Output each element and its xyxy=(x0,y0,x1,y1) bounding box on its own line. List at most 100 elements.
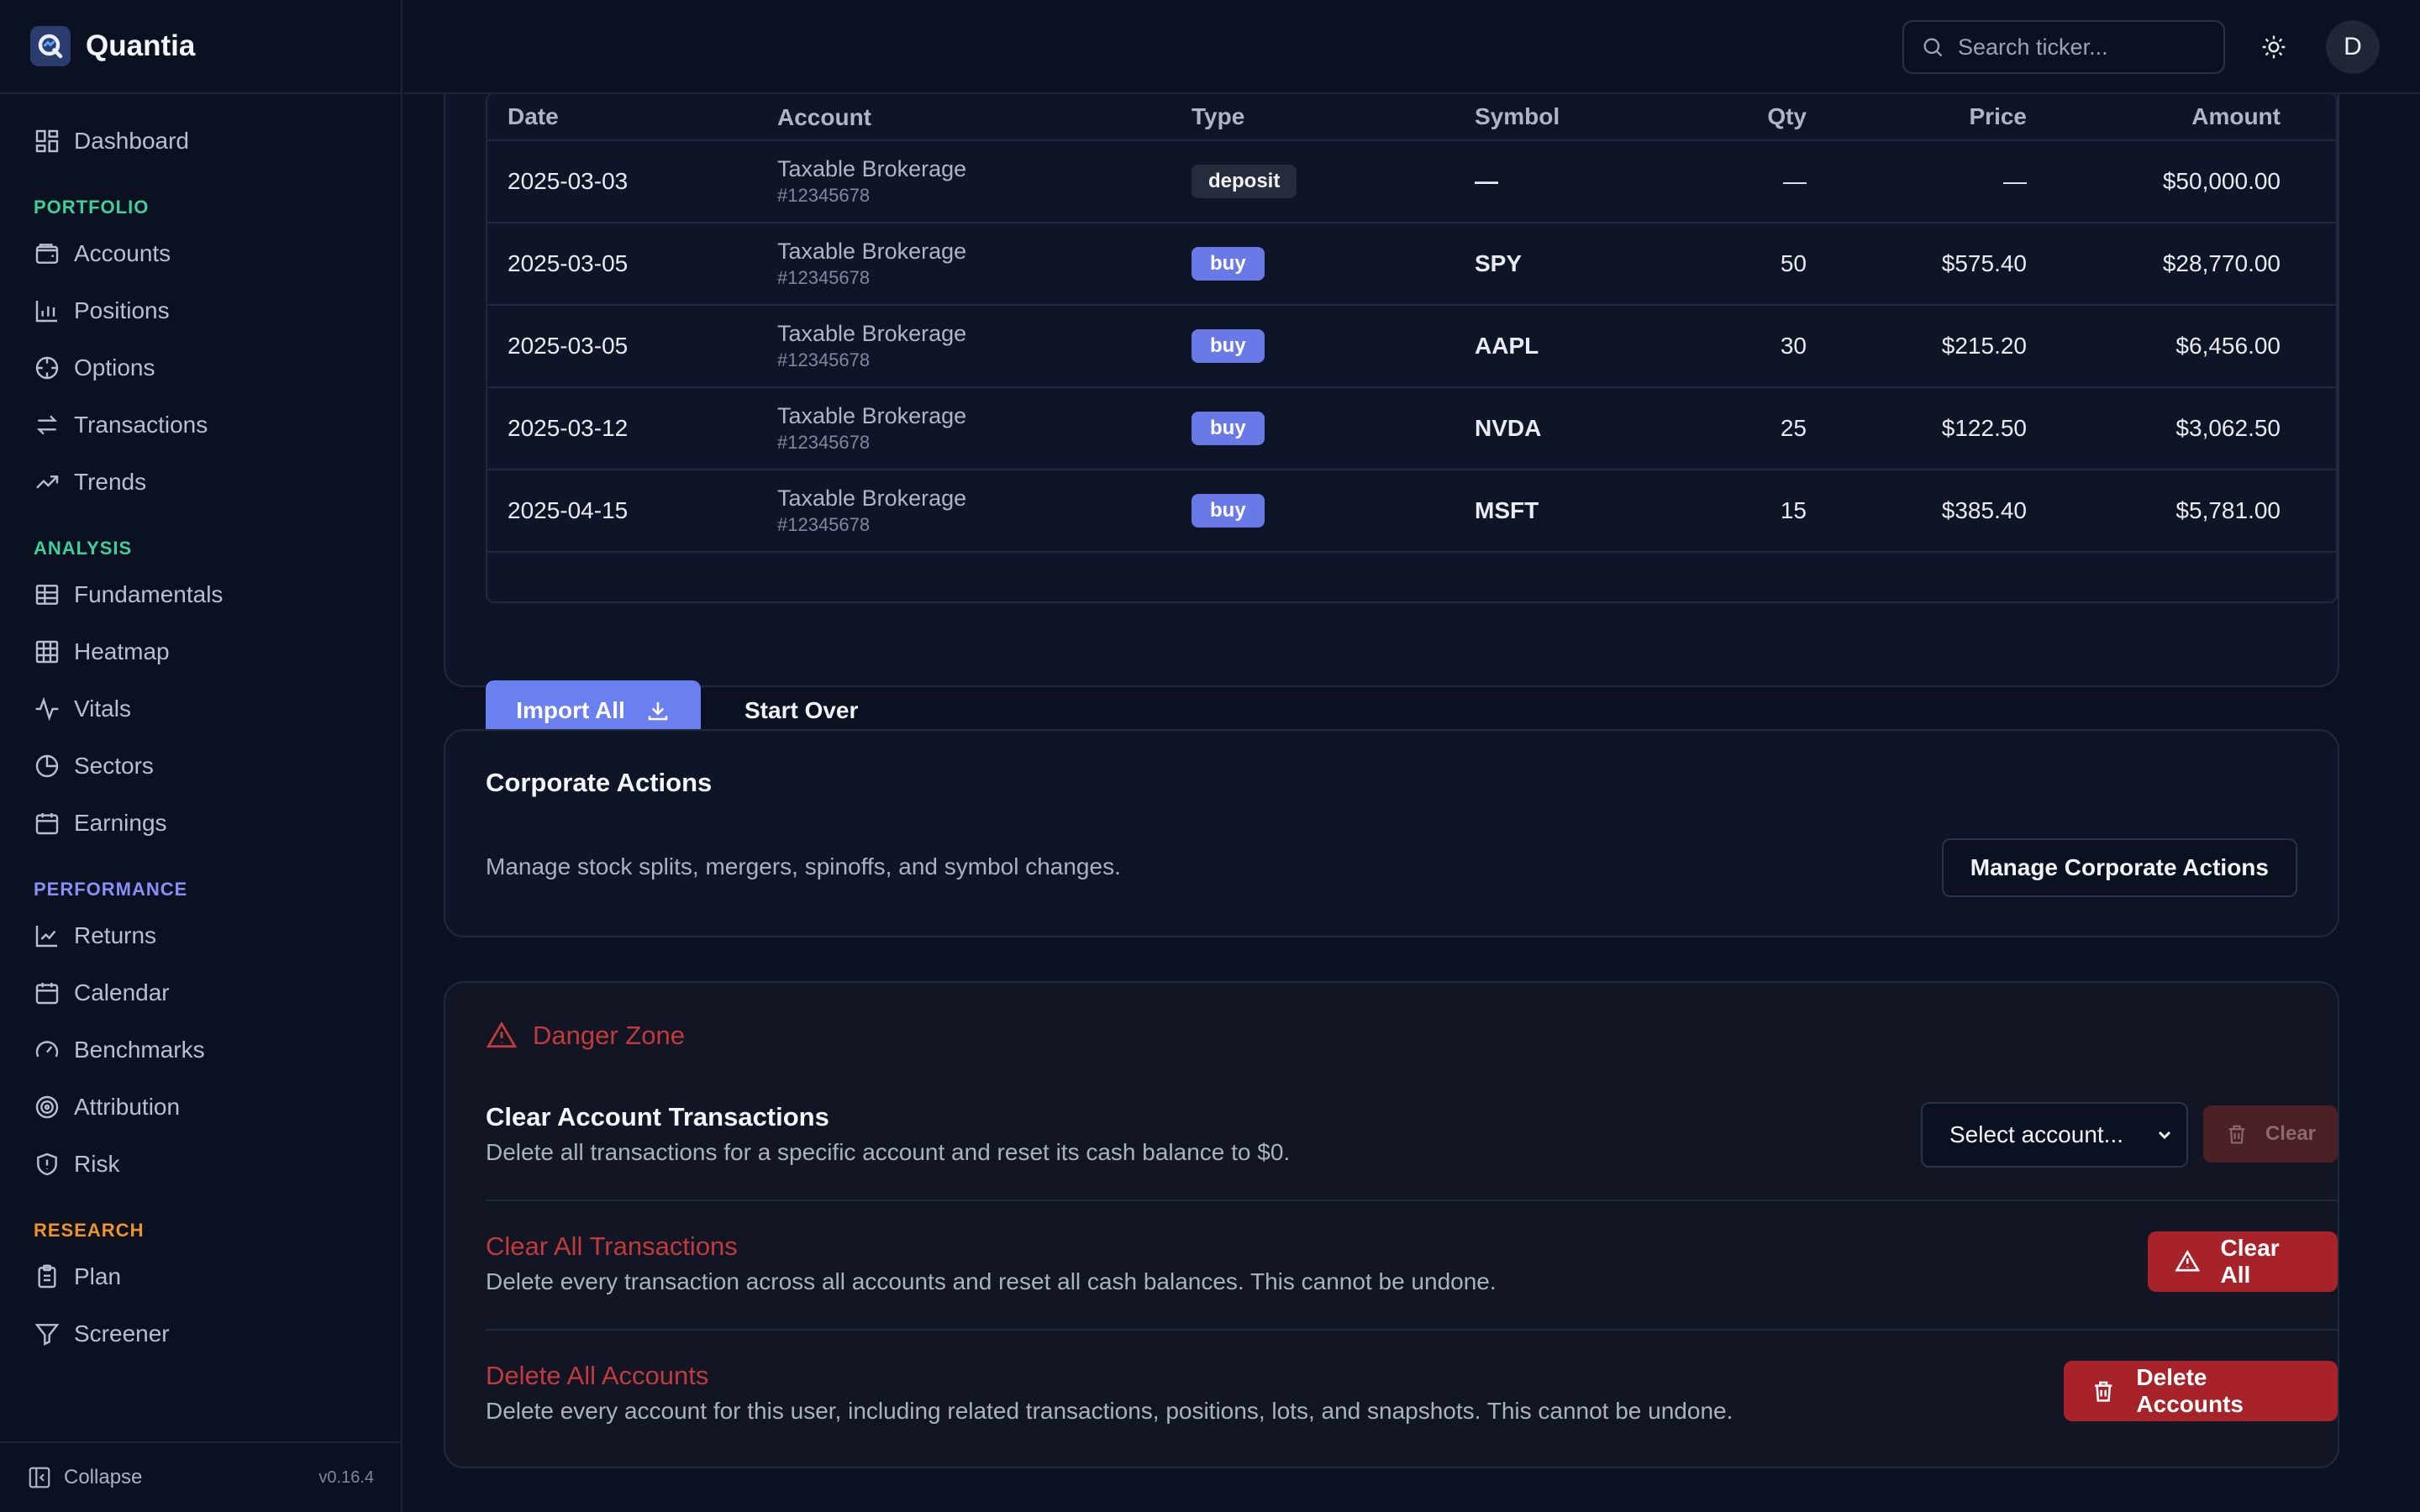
activity-icon xyxy=(35,696,59,722)
sidebar-item-positions[interactable]: Positions xyxy=(0,282,401,339)
sidebar-item-sectors[interactable]: Sectors xyxy=(0,738,401,795)
sidebar-item-label: Trends xyxy=(74,469,147,495)
sidebar-item-label: Options xyxy=(74,354,155,381)
table-row: 2025-03-12 Taxable Brokerage #12345678 b… xyxy=(487,388,2336,470)
sidebar-item-label: Accounts xyxy=(74,240,171,266)
type-badge: buy xyxy=(1192,412,1265,445)
column-header-account: Account xyxy=(777,103,871,130)
sidebar-item-calendar[interactable]: Calendar xyxy=(0,964,401,1021)
account-name: Taxable Brokerage xyxy=(777,486,967,512)
clear-all-button[interactable]: Clear All xyxy=(2148,1231,2338,1292)
account-select[interactable]: Select account... xyxy=(1921,1102,2188,1168)
collapse-sidebar-icon xyxy=(29,1467,50,1488)
table-row: 2025-03-05 Taxable Brokerage #12345678 b… xyxy=(487,223,2336,306)
sidebar-item-label: Vitals xyxy=(74,696,131,722)
cell-account: Taxable Brokerage #12345678 xyxy=(777,238,1192,289)
dashboard-icon xyxy=(35,129,59,153)
divider xyxy=(486,1329,2338,1331)
danger-zone-title: Danger Zone xyxy=(533,1021,685,1050)
chevron-down-icon xyxy=(2158,1131,2171,1140)
sidebar-item-plan[interactable]: Plan xyxy=(0,1248,401,1305)
clear-account-row: Clear Account Transactions Delete all tr… xyxy=(486,1102,2338,1168)
account-number: #12345678 xyxy=(777,349,871,371)
sidebar-item-vitals[interactable]: Vitals xyxy=(0,680,401,738)
sidebar-item-attribution[interactable]: Attribution xyxy=(0,1079,401,1136)
sidebar-item-returns[interactable]: Returns xyxy=(0,907,401,964)
cell-type: deposit xyxy=(1192,165,1475,198)
cell-symbol: AAPL xyxy=(1475,333,1539,359)
column-header-amount: Amount xyxy=(2191,103,2281,129)
section-analysis: ANALYSIS xyxy=(34,538,133,559)
collapse-button[interactable]: Collapse xyxy=(27,1465,142,1490)
search-placeholder: Search ticker... xyxy=(1958,34,2108,60)
sidebar-item-earnings[interactable]: Earnings xyxy=(0,795,401,852)
manage-corporate-actions-button[interactable]: Manage Corporate Actions xyxy=(1941,838,2297,897)
clear-all-title: Clear All Transactions xyxy=(486,1231,738,1261)
sidebar-item-label: Screener xyxy=(74,1320,170,1347)
cell-amount: $50,000.00 xyxy=(2162,168,2281,194)
sidebar-item-options[interactable]: Options xyxy=(0,339,401,396)
sidebar-item-fundamentals[interactable]: Fundamentals xyxy=(0,566,401,623)
column-header-symbol: Symbol xyxy=(1475,103,1560,129)
cell-price: $575.40 xyxy=(1941,250,2027,276)
sidebar-item-accounts[interactable]: Accounts xyxy=(0,225,401,282)
sidebar-item-label: Fundamentals xyxy=(74,581,224,607)
column-header-date: Date xyxy=(508,103,559,129)
sidebar-item-dashboard[interactable]: Dashboard xyxy=(0,113,401,170)
cell-amount: $5,781.00 xyxy=(2175,497,2281,523)
sidebar-item-label: Transactions xyxy=(74,412,208,438)
sun-icon xyxy=(2262,35,2286,59)
search-input[interactable]: Search ticker... xyxy=(1902,20,2225,74)
table-row: 2025-04-15 Taxable Brokerage #12345678 b… xyxy=(487,470,2336,553)
table-header: Date Account Type Symbol Qty Price Amoun… xyxy=(487,94,2336,141)
trash-icon xyxy=(2095,1381,2112,1402)
sidebar: Quantia Dashboard PORTFOLIO Accounts Pos… xyxy=(0,0,402,1512)
search-icon xyxy=(1923,38,1943,57)
sidebar-item-transactions[interactable]: Transactions xyxy=(0,396,401,454)
corporate-actions-title: Corporate Actions xyxy=(486,768,713,797)
sidebar-item-label: Calendar xyxy=(74,979,170,1005)
table-row: 2025-03-03 Taxable Brokerage #12345678 d… xyxy=(487,141,2336,223)
cell-price: $385.40 xyxy=(1941,497,2027,523)
warning-icon xyxy=(2175,1250,2201,1272)
shield-icon xyxy=(37,1152,57,1176)
clear-account-button[interactable]: Clear xyxy=(2203,1105,2338,1163)
transactions-table: Date Account Type Symbol Qty Price Amoun… xyxy=(486,94,2338,603)
sidebar-item-benchmarks[interactable]: Benchmarks xyxy=(0,1021,401,1079)
cell-amount: $28,770.00 xyxy=(2162,250,2281,276)
table-icon xyxy=(35,585,59,605)
column-header-type: Type xyxy=(1192,103,1245,129)
cell-type: buy xyxy=(1192,329,1475,363)
danger-zone-header: Danger Zone xyxy=(486,1020,685,1052)
sidebar-item-label: Benchmarks xyxy=(74,1037,205,1063)
clear-all-description: Delete every transaction across all acco… xyxy=(486,1268,1497,1294)
app-root: Quantia Dashboard PORTFOLIO Accounts Pos… xyxy=(0,0,2420,1512)
clear-all-row: Clear All Transactions Delete every tran… xyxy=(486,1231,2338,1295)
wallet-icon xyxy=(35,244,59,264)
target-icon xyxy=(35,1095,59,1119)
sidebar-item-trends[interactable]: Trends xyxy=(0,454,401,511)
quantia-logo-icon xyxy=(30,26,71,66)
delete-accounts-description: Delete every account for this user, incl… xyxy=(486,1398,1733,1424)
table-row: 2025-03-05 Taxable Brokerage #12345678 b… xyxy=(487,306,2336,388)
account-name: Taxable Brokerage xyxy=(777,321,967,347)
delete-accounts-button[interactable]: Delete Accounts xyxy=(2064,1361,2338,1421)
cell-amount: $3,062.50 xyxy=(2175,415,2281,441)
app-name: Quantia xyxy=(86,29,196,62)
cell-account: Taxable Brokerage #12345678 xyxy=(777,320,1192,371)
sidebar-item-risk[interactable]: Risk xyxy=(0,1136,401,1193)
sidebar-item-heatmap[interactable]: Heatmap xyxy=(0,623,401,680)
account-name: Taxable Brokerage xyxy=(777,156,967,182)
sidebar-item-screener[interactable]: Screener xyxy=(0,1305,401,1362)
sidebar-item-label: Plan xyxy=(74,1263,122,1289)
account-name: Taxable Brokerage xyxy=(777,239,967,265)
theme-toggle-button[interactable] xyxy=(2257,30,2291,64)
brand[interactable]: Quantia xyxy=(0,0,401,94)
cell-date: 2025-04-15 xyxy=(508,497,629,523)
cell-date: 2025-03-05 xyxy=(508,333,629,359)
avatar[interactable]: D xyxy=(2326,20,2380,74)
filter-icon xyxy=(34,1324,60,1346)
divider xyxy=(486,1200,2338,1201)
sidebar-item-label: Attribution xyxy=(74,1094,181,1120)
cell-account: Taxable Brokerage #12345678 xyxy=(777,402,1192,454)
